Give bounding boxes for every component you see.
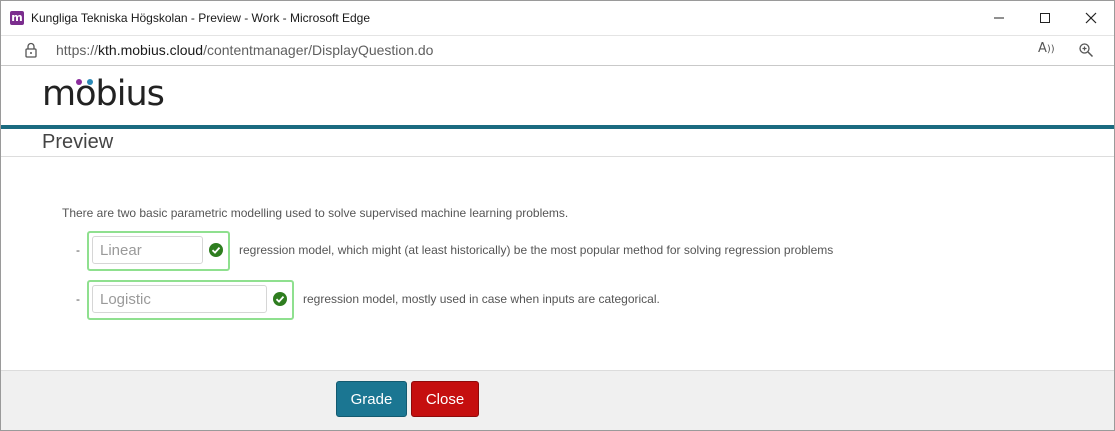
answer-text-2: regression model, mostly used in case wh… [303,292,660,306]
answer-dash: - [76,292,80,306]
answer-text-1: regression model, which might (at least … [239,243,834,257]
answer-input-1[interactable] [92,236,203,264]
mobius-logo: mo bius [42,74,165,114]
logo-dots [74,79,96,86]
maximize-icon [1040,13,1050,23]
address-bar[interactable]: https://kth.mobius.cloud/contentmanager/… [1,36,1114,66]
answer-box-1 [87,231,230,271]
answer-dash: - [76,243,80,257]
close-icon [1085,12,1097,24]
url-host: kth.mobius.cloud [98,42,204,58]
minimize-icon [994,17,1004,19]
answer-box-2 [87,280,294,320]
logo-dot-blue [87,79,94,85]
lock-icon[interactable] [24,42,38,58]
page-content: mo bius Preview There are two basic param… [1,66,1114,430]
logo-o: o [74,74,96,114]
logo-part: bius [95,74,165,114]
close-button[interactable]: Close [411,381,479,417]
page-title: Preview [42,131,114,153]
url-prefix: https:// [56,42,99,58]
zoom-icon[interactable] [1078,42,1094,58]
question-text: There are two basic parametric modelling… [62,206,569,220]
window-title: Kungliga Tekniska Högskolan - Preview - … [31,11,371,25]
url-text[interactable]: https://kth.mobius.cloud/contentmanager/… [56,42,433,58]
browser-window: m Kungliga Tekniska Högskolan - Preview … [0,0,1115,431]
url-path: /contentmanager/DisplayQuestion.do [203,42,434,58]
read-aloud-icon[interactable]: A)) [1038,41,1055,56]
title-bar: m Kungliga Tekniska Högskolan - Preview … [1,1,1114,36]
preview-header: Preview [1,129,1114,157]
correct-check-icon [273,292,287,306]
grade-button[interactable]: Grade [336,381,407,417]
button-bar: Grade Close [1,370,1114,430]
answer-input-2[interactable] [92,285,267,313]
maximize-button[interactable] [1022,1,1068,35]
logo-dot-purple [76,79,83,85]
minimize-button[interactable] [976,1,1022,35]
mobius-app-icon: m [10,11,24,25]
logo-part: m [42,74,76,114]
close-window-button[interactable] [1068,1,1114,35]
correct-check-icon [209,243,223,257]
